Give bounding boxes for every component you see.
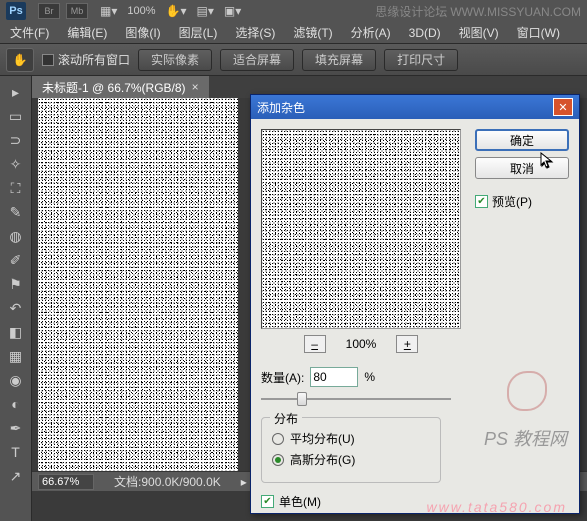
canvas-content bbox=[38, 98, 238, 471]
path-tool[interactable]: ↗ bbox=[3, 465, 29, 487]
options-bar: ✋ 滚动所有窗口 实际像素 适合屏幕 填充屏幕 打印尺寸 bbox=[0, 44, 587, 76]
menu-edit[interactable]: 编辑(E) bbox=[67, 24, 107, 41]
print-size-button[interactable]: 打印尺寸 bbox=[384, 49, 458, 71]
ok-button[interactable]: 确定 bbox=[475, 129, 569, 151]
doc-info-label: 文档: bbox=[114, 475, 141, 489]
cancel-button[interactable]: 取消 bbox=[475, 157, 569, 179]
menu-image[interactable]: 图像(I) bbox=[125, 24, 160, 41]
watermark-brand: PS 教程网 bbox=[484, 425, 567, 451]
monochrome-label: 单色(M) bbox=[279, 493, 321, 510]
scroll-all-label: 滚动所有窗口 bbox=[58, 51, 130, 68]
pen-tool[interactable]: ✒ bbox=[3, 417, 29, 439]
close-icon[interactable]: × bbox=[192, 80, 199, 94]
menu-view[interactable]: 视图(V) bbox=[459, 24, 499, 41]
preview-box[interactable] bbox=[261, 129, 461, 329]
menu-window[interactable]: 窗口(W) bbox=[517, 24, 560, 41]
amount-slider[interactable] bbox=[261, 391, 451, 407]
dodge-tool[interactable]: ◐ bbox=[3, 393, 29, 415]
status-menu-icon[interactable]: ▸ bbox=[241, 475, 247, 489]
toolbox: ▸ ▭ ⊃ ✧ ⛶ ✎ ◍ ✐ ⚑ ↶ ◧ ▦ ◉ ◐ ✒ T ↗ bbox=[0, 76, 32, 521]
gradient-tool[interactable]: ▦ bbox=[3, 345, 29, 367]
gaussian-radio[interactable]: 高斯分布(G) bbox=[272, 451, 430, 468]
menu-3d[interactable]: 3D(D) bbox=[409, 26, 441, 40]
slider-thumb[interactable] bbox=[297, 392, 307, 406]
view-extras-icon[interactable]: ▦▾ bbox=[100, 4, 117, 18]
blur-tool[interactable]: ◉ bbox=[3, 369, 29, 391]
menu-filter[interactable]: 滤镜(T) bbox=[293, 24, 332, 41]
gaussian-label: 高斯分布(G) bbox=[290, 451, 355, 468]
hand-tool-indicator[interactable]: ✋ bbox=[6, 48, 34, 72]
healing-tool[interactable]: ◍ bbox=[3, 225, 29, 247]
doc-info: 900.0K/900.0K bbox=[141, 475, 220, 489]
lasso-tool[interactable]: ⊃ bbox=[3, 129, 29, 151]
bridge-button[interactable]: Br bbox=[38, 3, 60, 19]
hand-tool-icon[interactable]: ✋▾ bbox=[166, 4, 187, 18]
uniform-radio[interactable]: 平均分布(U) bbox=[272, 430, 430, 447]
menu-layer[interactable]: 图层(L) bbox=[179, 24, 218, 41]
slider-track bbox=[261, 398, 451, 400]
site-label: 思缘设计论坛 bbox=[375, 5, 447, 19]
zoom-input[interactable] bbox=[38, 474, 94, 490]
dialog-titlebar[interactable]: 添加杂色 ✕ bbox=[251, 95, 579, 119]
zoom-out-button[interactable]: – bbox=[304, 335, 326, 353]
zoom-level[interactable]: 100% bbox=[127, 5, 155, 17]
eraser-tool[interactable]: ◧ bbox=[3, 321, 29, 343]
document-tab[interactable]: 未标题-1 @ 66.7%(RGB/8) × bbox=[32, 76, 209, 98]
actual-pixels-button[interactable]: 实际像素 bbox=[138, 49, 212, 71]
preview-label: 预览(P) bbox=[492, 193, 532, 210]
uniform-label: 平均分布(U) bbox=[290, 430, 355, 447]
site-url: WWW.MISSYUAN.COM bbox=[450, 5, 581, 19]
brush-tool[interactable]: ✐ bbox=[3, 249, 29, 271]
checkbox-icon bbox=[42, 54, 54, 66]
menubar: 文件(F) 编辑(E) 图像(I) 图层(L) 选择(S) 滤镜(T) 分析(A… bbox=[0, 22, 587, 44]
type-tool[interactable]: T bbox=[3, 441, 29, 463]
radio-icon bbox=[272, 433, 284, 445]
move-tool[interactable]: ▸ bbox=[3, 81, 29, 103]
dialog-close-button[interactable]: ✕ bbox=[553, 98, 573, 116]
menu-select[interactable]: 选择(S) bbox=[235, 24, 275, 41]
history-brush-tool[interactable]: ↶ bbox=[3, 297, 29, 319]
screen-mode-icon[interactable]: ▣▾ bbox=[224, 4, 241, 18]
eyedropper-tool[interactable]: ✎ bbox=[3, 201, 29, 223]
scroll-all-windows-checkbox[interactable]: 滚动所有窗口 bbox=[42, 51, 130, 68]
stamp-tool[interactable]: ⚑ bbox=[3, 273, 29, 295]
fit-screen-button[interactable]: 适合屏幕 bbox=[220, 49, 294, 71]
marquee-tool[interactable]: ▭ bbox=[3, 105, 29, 127]
canvas[interactable] bbox=[38, 98, 238, 471]
amount-input[interactable] bbox=[310, 367, 358, 387]
preview-content bbox=[262, 130, 460, 328]
amount-unit: % bbox=[364, 370, 375, 384]
ps-logo: Ps bbox=[6, 2, 26, 20]
add-noise-dialog: 添加杂色 ✕ – 100% + 确定 取消 ✔ 预览(P) 数量(A): % bbox=[250, 94, 580, 514]
dialog-title: 添加杂色 bbox=[257, 99, 305, 116]
zoom-in-button[interactable]: + bbox=[396, 335, 418, 353]
watermark-seal bbox=[507, 371, 547, 411]
preview-checkbox[interactable]: ✔ 预览(P) bbox=[475, 193, 569, 210]
menu-analysis[interactable]: 分析(A) bbox=[351, 24, 391, 41]
fill-screen-button[interactable]: 填充屏幕 bbox=[302, 49, 376, 71]
arrange-docs-icon[interactable]: ▤▾ bbox=[196, 4, 213, 18]
checkbox-checked-icon: ✔ bbox=[475, 195, 488, 208]
distribution-legend: 分布 bbox=[270, 410, 302, 427]
mini-bridge-button[interactable]: Mb bbox=[66, 3, 88, 19]
crop-tool[interactable]: ⛶ bbox=[3, 177, 29, 199]
menu-file[interactable]: 文件(F) bbox=[10, 24, 49, 41]
amount-label: 数量(A): bbox=[261, 369, 304, 386]
preview-zoom-percent: 100% bbox=[346, 337, 377, 351]
distribution-group: 分布 平均分布(U) 高斯分布(G) bbox=[261, 417, 441, 483]
tab-title: 未标题-1 @ 66.7%(RGB/8) bbox=[42, 79, 186, 96]
radio-selected-icon bbox=[272, 454, 284, 466]
watermark-url: www.tata580.com bbox=[427, 499, 568, 515]
app-topbar: Ps Br Mb ▦▾ 100% ✋▾ ▤▾ ▣▾ 思缘设计论坛 WWW.MIS… bbox=[0, 0, 587, 22]
checkbox-checked-icon: ✔ bbox=[261, 495, 274, 508]
magic-wand-tool[interactable]: ✧ bbox=[3, 153, 29, 175]
